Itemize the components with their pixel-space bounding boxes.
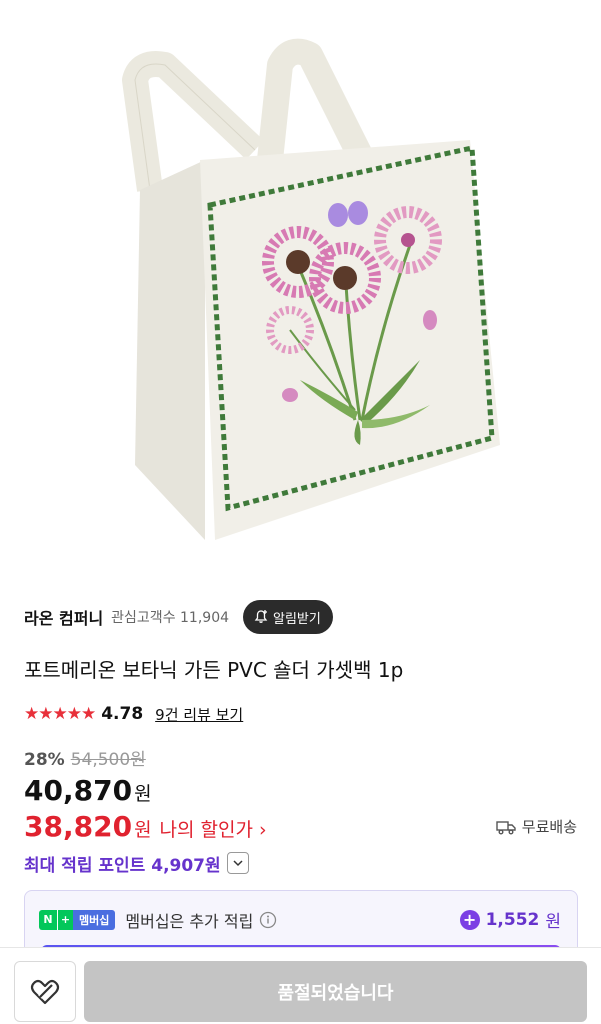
badge-plus: +	[57, 909, 73, 930]
product-title: 포트메리온 보타닉 가든 PVC 숄더 가셋백 1p	[24, 658, 404, 682]
bottom-action-bar: 품절되었습니다	[0, 947, 601, 1024]
plus-circle-icon: +	[459, 909, 480, 930]
seller-name[interactable]: 라온 컴퍼니	[24, 605, 103, 629]
notify-button[interactable]: 알림받기	[243, 600, 333, 634]
membership-bonus: + 1,552 원	[459, 907, 561, 932]
soldout-button[interactable]: 품절되었습니다	[84, 961, 587, 1022]
truck-icon	[496, 820, 516, 834]
info-icon[interactable]	[259, 911, 277, 929]
my-price-unit: 원	[134, 819, 152, 841]
points-expand-button[interactable]	[226, 852, 249, 874]
review-link[interactable]: 9건 리뷰 보기	[155, 704, 243, 725]
original-price: 54,500원	[70, 750, 146, 770]
price-row: 40,870 원	[24, 774, 152, 807]
current-price-unit: 원	[134, 783, 152, 805]
heart-off-icon	[30, 979, 60, 1004]
bonus-unit: 원	[545, 912, 561, 932]
rating-stars: ★★★★★	[24, 704, 96, 724]
notify-label: 알림받기	[273, 611, 321, 627]
shipping-info: 무료배송	[496, 816, 577, 837]
my-price-label: 나의 할인가	[159, 819, 253, 841]
bonus-value: 1,552	[485, 909, 540, 930]
shipping-label: 무료배송	[521, 818, 577, 836]
badge-n: N	[39, 909, 57, 930]
rating-value: 4.78	[101, 704, 144, 724]
seller-row: 라온 컴퍼니 관심고객수 11,904 알림받기	[24, 600, 577, 634]
my-price: 38,820	[24, 810, 133, 843]
chevron-down-icon	[233, 860, 243, 867]
naver-membership-badge: N + 멤버십	[39, 909, 116, 930]
product-image[interactable]	[0, 0, 601, 582]
points-row: 최대 적립 포인트 4,907원	[24, 851, 249, 876]
rating-row: ★★★★★ 4.78 9건 리뷰 보기	[24, 701, 243, 727]
max-points-label: 최대 적립 포인트 4,907원	[24, 855, 221, 876]
badge-text: 멤버십	[73, 909, 116, 930]
discount-rate: 28%	[24, 750, 65, 770]
chevron-right-icon: ›	[259, 819, 267, 841]
bell-plus-icon	[254, 610, 268, 623]
my-price-link[interactable]: 38,820 원 나의 할인가 ›	[24, 810, 267, 843]
membership-label: 멤버십은 추가 적립	[125, 911, 254, 931]
seller-follower-count: 관심고객수 11,904	[111, 610, 230, 626]
wishlist-button[interactable]	[14, 961, 76, 1022]
discount-row: 28% 54,500원	[24, 745, 146, 770]
current-price: 40,870	[24, 774, 133, 807]
